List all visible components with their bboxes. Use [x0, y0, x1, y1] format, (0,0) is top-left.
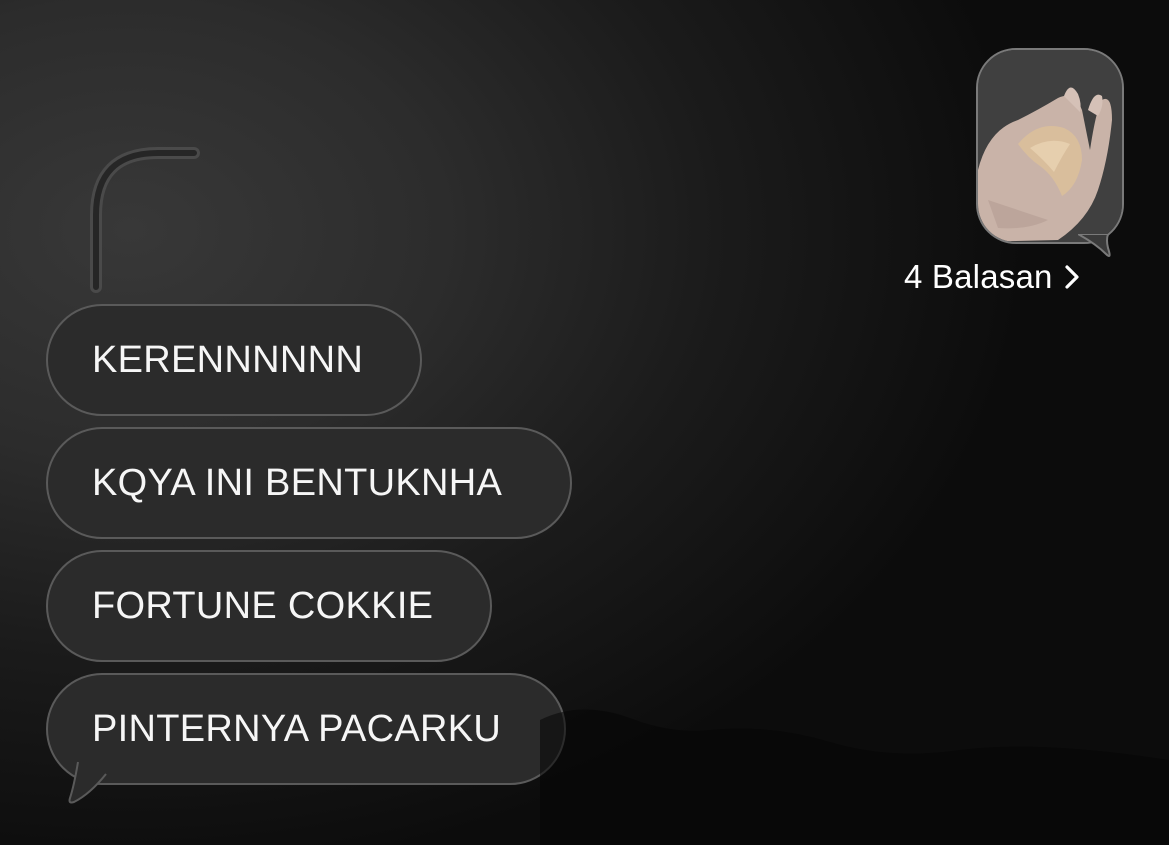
- chevron-right-icon: [1064, 265, 1079, 289]
- background-shadow: [540, 709, 1169, 845]
- message-text: PINTERNYA PACARKU: [92, 707, 502, 750]
- photo-thumbnail-icon: [978, 50, 1122, 242]
- message-bubble[interactable]: KERENNNNNN: [46, 304, 422, 416]
- photo-bubble-tail-icon: [1078, 234, 1111, 257]
- replies-count-label: 4 Balasan: [904, 258, 1053, 295]
- chat-area: KERENNNNNN KQYA INI BENTUKNHA FORTUNE CO…: [0, 0, 1169, 845]
- reply-thread-connector: [90, 147, 200, 293]
- message-bubble[interactable]: FORTUNE COKKIE: [46, 550, 492, 662]
- message-text: FORTUNE COKKIE: [92, 584, 434, 627]
- message-bubble[interactable]: KQYA INI BENTUKNHA: [46, 427, 572, 539]
- message-text: KQYA INI BENTUKNHA: [92, 461, 503, 504]
- photo-attachment[interactable]: [976, 48, 1124, 262]
- message-text: KERENNNNNN: [92, 338, 364, 381]
- photo-thumbnail[interactable]: [976, 48, 1124, 244]
- replies-link[interactable]: 4 Balasan: [904, 258, 1081, 296]
- message-bubble[interactable]: PINTERNYA PACARKU: [46, 673, 566, 785]
- bubble-tail-icon: [64, 760, 107, 804]
